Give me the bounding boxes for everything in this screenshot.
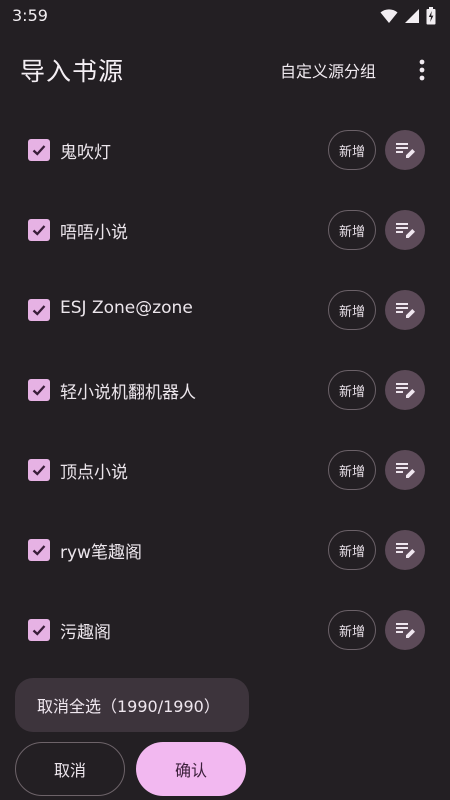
add-source-button[interactable]: 新增: [328, 370, 376, 410]
check-icon: [32, 545, 46, 556]
check-icon: [32, 625, 46, 636]
more-menu-button[interactable]: [408, 54, 436, 86]
check-icon: [32, 225, 46, 236]
source-checkbox[interactable]: [28, 539, 50, 561]
check-icon: [32, 145, 46, 156]
edit-source-button[interactable]: [385, 530, 425, 570]
list-item: 唔唔小说 新增: [0, 190, 450, 270]
source-name: 轻小说机翻机器人: [60, 383, 196, 403]
edit-list-icon: [396, 143, 415, 158]
add-source-button[interactable]: 新增: [328, 130, 376, 170]
status-time: 3:59: [12, 6, 48, 25]
page-title: 导入书源: [20, 57, 125, 86]
more-vert-icon: [419, 59, 425, 81]
toggle-select-all-button[interactable]: 取消全选（1990/1990）: [15, 678, 249, 732]
edit-source-button[interactable]: [385, 370, 425, 410]
edit-list-icon: [396, 303, 415, 318]
battery-icon: [426, 7, 436, 25]
source-checkbox[interactable]: [28, 379, 50, 401]
cancel-button[interactable]: 取消: [15, 742, 125, 796]
source-checkbox[interactable]: [28, 459, 50, 481]
add-source-button[interactable]: 新增: [328, 530, 376, 570]
confirm-button[interactable]: 确认: [136, 742, 246, 796]
edit-source-button[interactable]: [385, 290, 425, 330]
source-name: 唔唔小说: [60, 223, 128, 243]
edit-list-icon: [396, 623, 415, 638]
add-source-button[interactable]: 新增: [328, 610, 376, 650]
edit-list-icon: [396, 383, 415, 398]
list-item: 顶点小说 新增: [0, 430, 450, 510]
edit-list-icon: [396, 223, 415, 238]
edit-source-button[interactable]: [385, 610, 425, 650]
add-source-button[interactable]: 新增: [328, 210, 376, 250]
source-name: ryw笔趣阁: [60, 543, 142, 563]
source-checkbox[interactable]: [28, 139, 50, 161]
list-item: 鬼吹灯 新增: [0, 110, 450, 190]
source-list: 鬼吹灯 新增 唔唔小说 新增 ESJ Zone@zone 新增 轻小说机翻机器人…: [0, 110, 450, 670]
list-item: 轻小说机翻机器人 新增: [0, 350, 450, 430]
list-item: 污趣阁 新增: [0, 590, 450, 670]
custom-group-button[interactable]: 自定义源分组: [270, 56, 386, 84]
list-item: ESJ Zone@zone 新增: [0, 270, 450, 350]
check-icon: [32, 305, 46, 316]
source-checkbox[interactable]: [28, 219, 50, 241]
screen: 3:59 导入书源 自定义源分组 鬼吹灯 新增 唔唔小说 新增 ESJ Zone…: [0, 0, 450, 800]
check-icon: [32, 385, 46, 396]
wifi-icon: [380, 9, 398, 23]
source-name: ESJ Zone@zone: [60, 298, 193, 318]
list-item: ryw笔趣阁 新增: [0, 510, 450, 590]
source-checkbox[interactable]: [28, 299, 50, 321]
status-icons: [380, 7, 436, 25]
source-name: 鬼吹灯: [60, 143, 111, 163]
status-bar: 3:59: [0, 0, 450, 32]
source-name: 污趣阁: [60, 623, 111, 643]
edit-source-button[interactable]: [385, 130, 425, 170]
source-checkbox[interactable]: [28, 619, 50, 641]
edit-source-button[interactable]: [385, 450, 425, 490]
add-source-button[interactable]: 新增: [328, 290, 376, 330]
app-bar: 导入书源 自定义源分组: [0, 40, 450, 100]
check-icon: [32, 465, 46, 476]
signal-icon: [405, 9, 419, 23]
edit-source-button[interactable]: [385, 210, 425, 250]
add-source-button[interactable]: 新增: [328, 450, 376, 490]
edit-list-icon: [396, 543, 415, 558]
source-name: 顶点小说: [60, 463, 128, 483]
edit-list-icon: [396, 463, 415, 478]
